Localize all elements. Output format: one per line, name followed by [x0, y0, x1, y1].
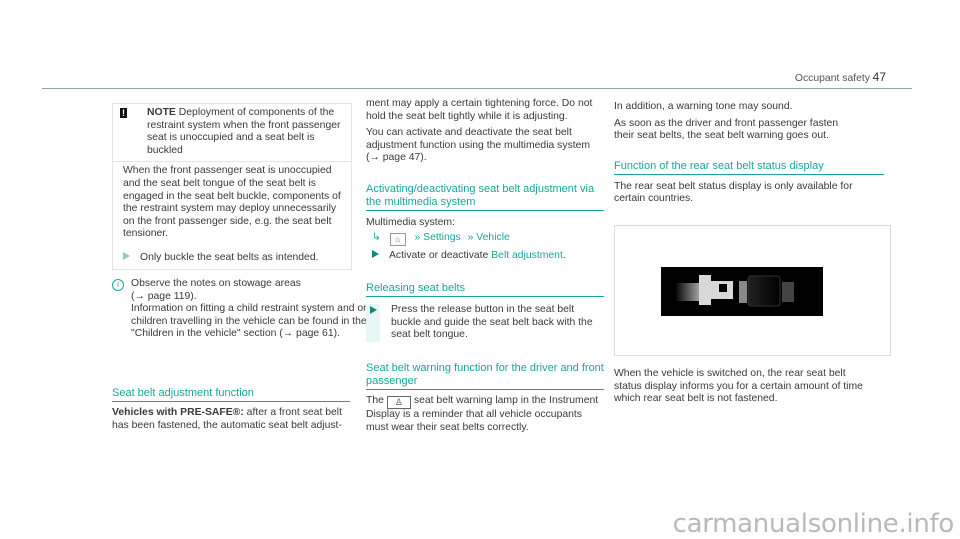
warning-text: The ♙ seat belt warning lamp in the Instru…	[366, 395, 604, 434]
seat-belt-warning-lamp-icon: ♙	[386, 395, 411, 409]
adjustment-para2: You can activate and deactivate the seat…	[366, 127, 591, 164]
info-icon: i	[112, 279, 124, 291]
note-header: ! NOTE Deployment of components of the r…	[113, 104, 351, 163]
info-block: i Observe the notes on stowage areas (→ …	[112, 278, 376, 341]
after-image-text: When the vehicle is switched on, the rea…	[614, 368, 863, 405]
seat-belt-adjustment-section: Seat belt adjustment function Vehicles w…	[112, 387, 350, 432]
seat-belt-buckle-icon	[675, 275, 794, 307]
releasing-text: Press the release button in the seat bel…	[391, 304, 593, 341]
warning-para2: In addition, a warning tone may sound.	[614, 101, 793, 112]
section-heading: Seat belt adjustment function	[112, 387, 350, 402]
double-chevron-icon: »	[414, 231, 421, 243]
note-body: When the front passenger seat is unoccup…	[123, 165, 341, 240]
section-heading: Releasing seat belts	[366, 282, 604, 298]
note-step: Only buckle the seat belts as intended.	[113, 245, 351, 269]
section-title: Occupant safety	[794, 73, 870, 84]
step-arrow-icon	[372, 249, 379, 258]
path-vehicle[interactable]: Vehicle	[476, 232, 510, 243]
page-number: 47	[872, 70, 886, 84]
warning-icon: !	[120, 108, 127, 118]
step-prefix: Activate or deactivate	[389, 249, 492, 261]
section-heading: Function of the rear seat belt status di…	[614, 160, 884, 175]
belt-adjustment-link[interactable]: Belt adjustment	[491, 250, 563, 261]
multimedia-intro: Multimedia system:	[366, 216, 455, 228]
adjustment-lead: Vehicles with PRE-SAFE®: after a front s…	[112, 407, 350, 432]
home-icon[interactable]: ⌂	[389, 232, 406, 246]
releasing-step: Press the release button in the seat bel…	[366, 304, 604, 342]
note-box: ! NOTE Deployment of components of the r…	[112, 103, 352, 270]
rear-belt-status-image-frame	[614, 225, 891, 356]
step-arrow-icon	[370, 306, 377, 315]
watermark: carmanualsonline.info	[672, 509, 955, 539]
warning-text-prefix: The	[366, 394, 384, 406]
adjustment-continued: ment may apply a certain tightening forc…	[366, 98, 593, 122]
header-rule	[42, 88, 912, 89]
section-heading: Seat belt warning function for the drive…	[366, 362, 604, 390]
info-line3: Information on fitting a child restraint…	[131, 303, 369, 340]
info-line1: Observe the notes on stowage areas	[131, 278, 301, 289]
double-chevron-icon: »	[467, 231, 474, 243]
activate-step: Activate or deactivate Belt adjustment.	[366, 249, 604, 263]
path-settings[interactable]: Settings	[423, 232, 461, 243]
step-suffix: .	[562, 249, 566, 261]
menu-path: ↳ ⌂ » Settings » Vehicle	[366, 232, 604, 246]
note-step-text: Only buckle the seat belts as intended.	[140, 251, 319, 263]
step-arrow-icon	[123, 251, 130, 260]
column-3: In addition, a warning tone may sound. A…	[614, 101, 889, 206]
section-heading: Activating/deactivating seat belt adjust…	[366, 183, 604, 211]
warning-para3: As soon as the driver and front passenge…	[614, 117, 839, 142]
path-arrow-icon: ↳	[372, 231, 381, 243]
note-label: NOTE	[147, 107, 176, 118]
lead-bold: Vehicles with PRE-SAFE®:	[112, 407, 244, 418]
seat-belt-buckle-image	[661, 267, 823, 316]
column-2: ment may apply a certain tightening forc…	[366, 98, 604, 434]
rear-status-intro: The rear seat belt status display is onl…	[614, 180, 853, 205]
info-line2[interactable]: (→ page 119).	[131, 291, 376, 304]
note-title: Deployment of components of the restrain…	[147, 107, 341, 156]
